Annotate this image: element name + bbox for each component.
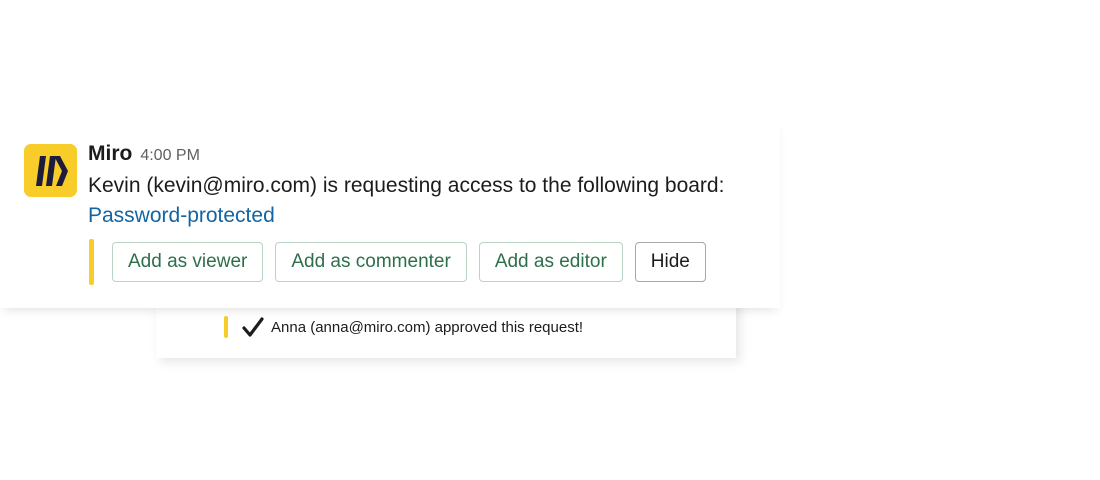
check-icon xyxy=(242,316,264,338)
approved-row: Anna (anna@miro.com) approved this reque… xyxy=(224,316,583,338)
message-text: Kevin (kevin@miro.com) is requesting acc… xyxy=(88,174,725,197)
timestamp[interactable]: 4:00 PM xyxy=(140,147,200,165)
board-link[interactable]: Password-protected xyxy=(88,204,275,228)
miro-logo-icon[interactable] xyxy=(24,144,77,197)
approval-text: Anna (anna@miro.com) approved this reque… xyxy=(271,318,584,336)
actions-accent-bar xyxy=(89,239,94,285)
approved-accent-bar xyxy=(224,316,228,338)
hide-button[interactable]: Hide xyxy=(634,242,706,282)
add-as-commenter-button[interactable]: Add as commenter xyxy=(275,242,467,282)
sender-name[interactable]: Miro xyxy=(88,142,132,166)
action-row: Add as viewer Add as commenter Add as ed… xyxy=(89,239,706,285)
stage: Anna (anna@miro.com) approved this reque… xyxy=(0,0,1100,480)
message-card: Miro 4:00 PM Kevin (kevin@miro.com) is r… xyxy=(0,118,780,308)
add-as-viewer-button[interactable]: Add as viewer xyxy=(112,242,264,282)
message-header: Miro 4:00 PM xyxy=(88,142,200,166)
add-as-editor-button[interactable]: Add as editor xyxy=(478,242,623,282)
